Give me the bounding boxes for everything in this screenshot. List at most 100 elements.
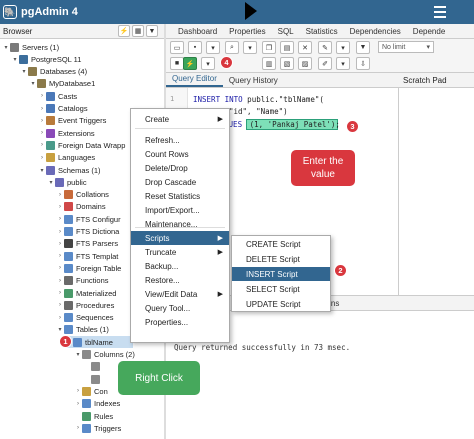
scripts-menu-item[interactable]: CREATE Script: [232, 237, 330, 251]
context-menu-item[interactable]: Properties...: [131, 315, 229, 329]
tree-node[interactable]: › Con: [74, 385, 108, 397]
tree-toggle-icon[interactable]: ▾: [20, 68, 28, 75]
tab-properties[interactable]: Properties: [223, 27, 271, 36]
tree-node[interactable]: ▾ public: [47, 176, 87, 188]
tree-node[interactable]: [83, 361, 103, 373]
tree-node[interactable]: › FTS Templat: [56, 250, 118, 262]
tree-node[interactable]: › Collations: [56, 189, 109, 201]
tree-node[interactable]: › Sequences: [56, 312, 114, 324]
tree-toggle-icon[interactable]: ›: [56, 216, 64, 222]
tree-node[interactable]: › Languages: [38, 152, 95, 164]
tree-toggle-icon[interactable]: ›: [74, 401, 82, 407]
search-icon[interactable]: ⌕: [225, 41, 239, 54]
context-menu-item[interactable]: Maintenance...: [131, 217, 229, 231]
commit-icon[interactable]: ▨: [298, 57, 312, 70]
tree-toggle-icon[interactable]: ›: [56, 290, 64, 296]
tree-node[interactable]: ▾ Databases (4): [20, 66, 87, 78]
tab-statistics[interactable]: Statistics: [300, 27, 344, 36]
tree-node[interactable]: ▾ Schemas (1): [38, 164, 101, 176]
save-icon[interactable]: ▪: [188, 41, 202, 54]
tab-dependents[interactable]: Depende: [407, 27, 451, 36]
tab-sql[interactable]: SQL: [272, 27, 300, 36]
tab-dependencies[interactable]: Dependencies: [344, 27, 407, 36]
context-menu-item[interactable]: Restore...: [131, 273, 229, 287]
tree-toggle-icon[interactable]: ›: [38, 106, 46, 112]
paste-icon[interactable]: ▤: [280, 41, 294, 54]
context-menu-item[interactable]: Delete/Drop: [131, 161, 229, 175]
scripts-menu-item[interactable]: INSERT Script: [232, 267, 330, 281]
tree-node[interactable]: › Triggers: [74, 422, 121, 434]
search-dropdown-icon[interactable]: ▾: [243, 41, 257, 54]
delete-icon[interactable]: ✕: [298, 41, 312, 54]
context-menu-item[interactable]: Drop Cascade: [131, 175, 229, 189]
tree-toggle-icon[interactable]: ›: [74, 425, 82, 431]
filter-rows-icon[interactable]: ▼: [356, 41, 370, 54]
tree-node[interactable]: Rules: [74, 410, 113, 422]
hamburger-menu-icon[interactable]: [434, 6, 446, 18]
tree-node[interactable]: › Foreign Data Wrapp: [38, 139, 125, 151]
explain-analyze-icon[interactable]: ▧: [280, 57, 294, 70]
tab-query-history[interactable]: Query History: [223, 74, 284, 87]
tab-query-editor[interactable]: Query Editor: [166, 72, 223, 87]
stop-icon[interactable]: ■: [170, 57, 184, 70]
tree-node[interactable]: › Functions: [56, 275, 109, 287]
tree-node[interactable]: › FTS Dictiona: [56, 226, 119, 238]
tree-toggle-icon[interactable]: ▾: [29, 80, 37, 87]
tree-toggle-icon[interactable]: ›: [38, 130, 46, 136]
tree-toggle-icon[interactable]: ›: [56, 302, 64, 308]
tree-toggle-icon[interactable]: ›: [56, 241, 64, 247]
tree-toggle-icon[interactable]: ›: [56, 192, 64, 198]
folder-icon[interactable]: ▭: [170, 41, 184, 54]
context-menu-item[interactable]: Truncate ▶: [131, 245, 229, 259]
tree-node[interactable]: › Catalogs: [38, 103, 88, 115]
tree-toggle-icon[interactable]: ›: [56, 253, 64, 259]
context-menu-item[interactable]: View/Edit Data ▶: [131, 287, 229, 301]
tree-toggle-icon[interactable]: ›: [38, 142, 46, 148]
context-menu-item[interactable]: Refresh...: [131, 133, 229, 147]
tree-toggle-icon[interactable]: ›: [56, 278, 64, 284]
tree-node[interactable]: ▾tblName: [65, 336, 133, 349]
tree-node[interactable]: › FTS Parsers: [56, 238, 118, 250]
scratch-pad-panel[interactable]: [398, 73, 474, 295]
tree-node[interactable]: [83, 373, 103, 385]
tree-toggle-icon[interactable]: ›: [56, 265, 64, 271]
tree-toggle-icon[interactable]: ▾: [38, 167, 46, 174]
edit-icon[interactable]: ✎: [318, 41, 332, 54]
tree-node[interactable]: › Procedures: [56, 299, 114, 311]
explain-icon[interactable]: ▥: [262, 57, 276, 70]
context-menu-item[interactable]: Backup...: [131, 259, 229, 273]
context-menu-item[interactable]: Reset Statistics: [131, 189, 229, 203]
tree-toggle-icon[interactable]: ▾: [11, 56, 19, 63]
scripts-menu-item[interactable]: SELECT Script: [232, 282, 330, 296]
context-menu-item[interactable]: Count Rows: [131, 147, 229, 161]
tree-node[interactable]: › Event Triggers: [38, 115, 106, 127]
tree-node[interactable]: › Extensions: [38, 127, 95, 139]
execute-dropdown-icon[interactable]: ▾: [201, 57, 215, 70]
context-menu-item[interactable]: Create ▶: [131, 112, 229, 126]
tree-node[interactable]: ▾ Columns (2): [74, 349, 135, 361]
row-limit-select[interactable]: No limit ▾: [378, 41, 434, 53]
tree-toggle-icon[interactable]: ›: [38, 93, 46, 99]
tree-toggle-icon[interactable]: ▾: [47, 179, 55, 186]
tree-toggle-icon[interactable]: ›: [38, 155, 46, 161]
clear-dropdown-icon[interactable]: ▾: [336, 57, 350, 70]
tree-toggle-icon[interactable]: ›: [74, 388, 82, 394]
tree-node[interactable]: › Materialized: [56, 287, 116, 299]
scripts-menu-item[interactable]: UPDATE Script: [232, 297, 330, 311]
tree-node[interactable]: › Casts: [38, 90, 77, 102]
download-icon[interactable]: ⇩: [356, 57, 370, 70]
tree-node[interactable]: › Foreign Table: [56, 262, 121, 274]
clear-icon[interactable]: ✐: [318, 57, 332, 70]
copy-icon[interactable]: ❐: [262, 41, 276, 54]
tree-toggle-icon[interactable]: ›: [56, 315, 64, 321]
context-menu-item[interactable]: Import/Export...: [131, 203, 229, 217]
edit-dropdown-icon[interactable]: ▾: [336, 41, 350, 54]
context-menu-item[interactable]: Query Tool...: [131, 301, 229, 315]
lightning-icon[interactable]: ⚡: [118, 25, 130, 37]
tree-node[interactable]: ▾ Servers (1): [2, 41, 59, 53]
execute-lightning-icon[interactable]: ⚡: [183, 57, 197, 70]
tree-node[interactable]: ▾ MyDatabase1: [29, 78, 95, 90]
table-grid-icon[interactable]: ▦: [132, 25, 144, 37]
tree-toggle-icon[interactable]: ▾: [2, 44, 10, 51]
tree-node[interactable]: ▾ PostgreSQL 11: [11, 53, 81, 65]
